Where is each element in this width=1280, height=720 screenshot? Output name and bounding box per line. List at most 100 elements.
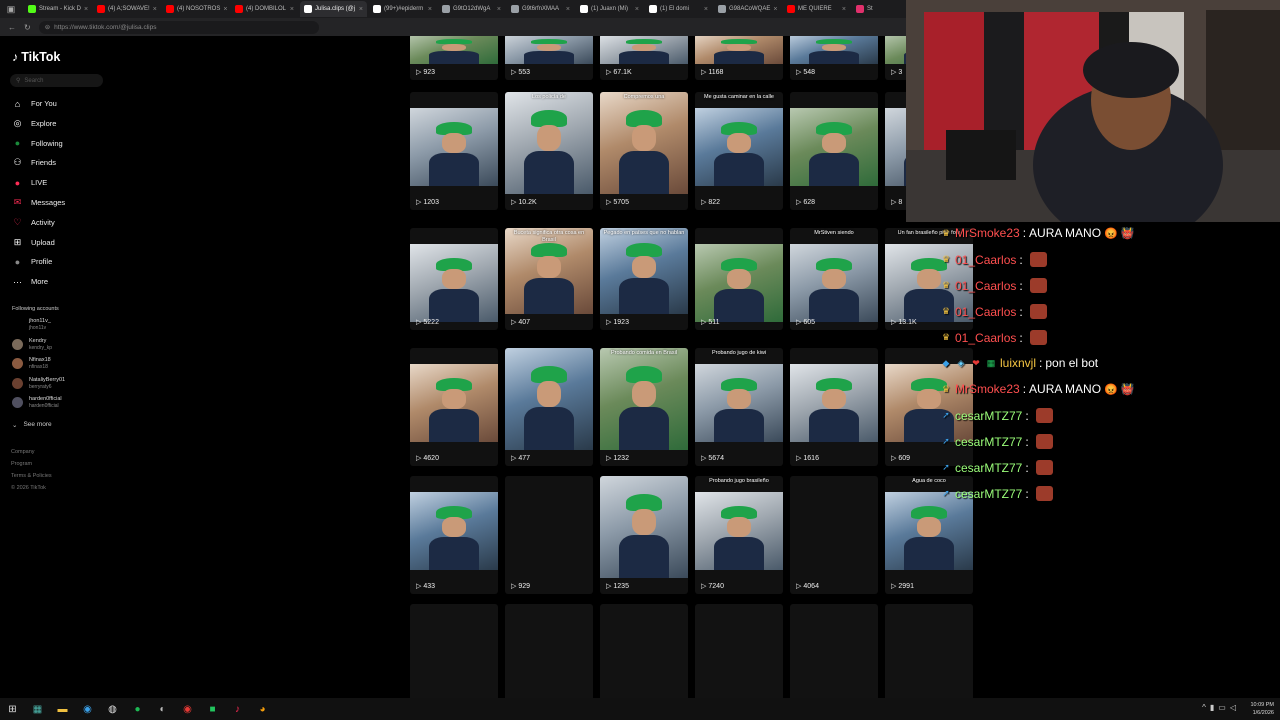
chrome-icon[interactable]: ◍: [100, 698, 125, 720]
video-card[interactable]: Pegado en países que no hablan ▷ 1923: [600, 228, 688, 330]
view-count-text: 609: [898, 454, 911, 462]
video-card[interactable]: ▷ 477: [505, 348, 593, 466]
close-icon[interactable]: ×: [773, 6, 777, 13]
back-icon[interactable]: ←: [8, 23, 16, 32]
tab-title: Julisa.clips (@j: [315, 6, 356, 12]
video-card[interactable]: Los policía de ▷ 10.2K: [505, 92, 593, 210]
nav-item-explore[interactable]: ◎ Explore: [12, 118, 57, 129]
browser-tab[interactable]: (1) El domi ×: [645, 1, 712, 17]
browser-tab[interactable]: Stream - Kick D ×: [24, 1, 91, 17]
following-account[interactable]: Kendry kendry_kp: [12, 338, 52, 351]
video-card[interactable]: ▷ 923: [410, 36, 498, 80]
browser-tab[interactable]: (99+)#epiderm ×: [369, 1, 436, 17]
demon-face-icon: 👹: [1120, 227, 1135, 240]
video-card[interactable]: Probando comida en Brasil ▷ 1232: [600, 348, 688, 466]
close-icon[interactable]: ×: [290, 6, 294, 13]
video-card[interactable]: ▷ 929: [505, 476, 593, 594]
window-menu-icon[interactable]: ▣: [0, 0, 22, 18]
video-card[interactable]: ▷ 5222: [410, 228, 498, 330]
spotify-icon[interactable]: ●: [125, 698, 150, 720]
close-icon[interactable]: ×: [153, 6, 157, 13]
search-input[interactable]: ⚲ Search: [10, 74, 103, 87]
following-account[interactable]: jhon11v_ jhon11v: [12, 318, 51, 331]
tiktok-app-icon[interactable]: ♪: [225, 698, 250, 720]
footer-link[interactable]: Terms & Policies: [11, 473, 52, 479]
volume-icon[interactable]: ◁: [1230, 703, 1236, 712]
video-card[interactable]: ▷ 67.1K: [600, 36, 688, 80]
video-card[interactable]: ▷ 548: [790, 36, 878, 80]
tab-favicon-icon: [97, 5, 105, 13]
video-card[interactable]: Probando jugo de kiwi ▷ 5674: [695, 348, 783, 466]
close-icon[interactable]: ×: [842, 6, 846, 13]
chevron-up-icon[interactable]: ^: [1202, 703, 1206, 712]
mic-icon[interactable]: ▮: [1210, 703, 1214, 712]
edge-icon[interactable]: ◉: [75, 698, 100, 720]
video-card[interactable]: ▷ 433: [410, 476, 498, 594]
taskbar-clock[interactable]: 10:09 PM 1/6/2026: [1250, 701, 1274, 717]
following-account[interactable]: harden0fficial harden0fficial: [12, 396, 62, 409]
browser-tab[interactable]: (4) DOMBILOL ×: [231, 1, 298, 17]
taskview-icon[interactable]: ▦: [25, 698, 50, 720]
video-card[interactable]: ▷ 1203: [410, 92, 498, 210]
nav-item-messages[interactable]: ✉ Messages: [12, 197, 65, 208]
nav-item-following[interactable]: ● Following: [12, 138, 63, 149]
start-icon[interactable]: ⊞: [0, 698, 25, 720]
video-card[interactable]: Compremos una ▷ 5705: [600, 92, 688, 210]
close-icon[interactable]: ×: [84, 6, 88, 13]
video-card[interactable]: MrStiven siendo ▷ 605: [790, 228, 878, 330]
video-card[interactable]: Buceta significa otra cosa en Brasil ▷ 407: [505, 228, 593, 330]
close-icon[interactable]: ×: [428, 6, 432, 13]
video-card[interactable]: ▷ 1616: [790, 348, 878, 466]
site-info-icon[interactable]: ⊜: [45, 23, 50, 31]
reload-icon[interactable]: ↻: [24, 23, 31, 32]
browser-tab[interactable]: (4) NOSOTROS ×: [162, 1, 229, 17]
video-card[interactable]: ▷ 1235: [600, 476, 688, 594]
green-app-icon[interactable]: ■: [200, 698, 225, 720]
following-account[interactable]: NataliyBerry01 berryraty6: [12, 377, 65, 390]
see-more-button[interactable]: ⌄ See more: [12, 421, 52, 429]
browser-tab[interactable]: ME QUIERE ×: [783, 1, 850, 17]
browser-tab[interactable]: (1) Juaxn (Mi) ×: [576, 1, 643, 17]
close-icon[interactable]: ×: [497, 6, 501, 13]
browser-tab[interactable]: G9t6rfnXMAA ×: [507, 1, 574, 17]
video-card[interactable]: Me gusta caminar en la calle ▷ 822: [695, 92, 783, 210]
video-card[interactable]: Probando jugo brasileño ▷ 7240: [695, 476, 783, 594]
close-icon[interactable]: ×: [635, 6, 639, 13]
browser-tab[interactable]: (4) A;SOWAVE! ×: [93, 1, 160, 17]
nav-item-for-you[interactable]: ⌂ For You: [12, 98, 57, 109]
video-card[interactable]: ▷ 4064: [790, 476, 878, 594]
video-card[interactable]: ▷ 511: [695, 228, 783, 330]
close-icon[interactable]: ×: [704, 6, 708, 13]
footer-link[interactable]: Program: [11, 461, 32, 467]
network-icon[interactable]: ▭: [1218, 703, 1226, 712]
orange-app-icon[interactable]: ◕: [250, 698, 275, 720]
view-count-text: 1203: [423, 198, 439, 206]
video-card[interactable]: ▷ 4620: [410, 348, 498, 466]
video-card[interactable]: ▷ 628: [790, 92, 878, 210]
video-card[interactable]: ▷ 553: [505, 36, 593, 80]
view-count-text: 5705: [613, 198, 629, 206]
nav-item-profile[interactable]: ● Profile: [12, 256, 52, 267]
browser-tab[interactable]: G9tO12dWgA ×: [438, 1, 505, 17]
video-card[interactable]: ▷ 1168: [695, 36, 783, 80]
obs-icon[interactable]: ◐: [150, 698, 175, 720]
face-shape: [441, 132, 467, 154]
chrome-dev-icon[interactable]: ◉: [175, 698, 200, 720]
close-icon[interactable]: ×: [223, 6, 227, 13]
browser-tab[interactable]: Julisa.clips (@j ×: [300, 1, 367, 17]
nav-item-friends[interactable]: ⚇ Friends: [12, 157, 56, 168]
file-explorer-icon[interactable]: ▬: [50, 698, 75, 720]
close-icon[interactable]: ×: [566, 6, 570, 13]
following-account[interactable]: Nfinax18 nfinax18: [12, 357, 51, 370]
footer-link[interactable]: Company: [11, 449, 35, 455]
nav-item-activity[interactable]: ♡ Activity: [12, 217, 54, 228]
chat-message: ♛ MrSmoke23 : AURA MANO 😡 👹: [940, 382, 1135, 396]
browser-tab[interactable]: G98ACoWQAE ×: [714, 1, 781, 17]
url-field[interactable]: ⊜ https://www.tiktok.com/@julisa.clips: [38, 20, 319, 34]
nav-item-upload[interactable]: ⊞ Upload: [12, 237, 55, 248]
close-icon[interactable]: ×: [359, 6, 363, 13]
nav-item-live[interactable]: ● LIVE: [12, 177, 47, 188]
nav-item-more[interactable]: ··· More: [12, 276, 48, 287]
messages-icon: ✉: [13, 197, 22, 207]
tiktok-logo[interactable]: ♪ TikTok: [12, 50, 60, 64]
